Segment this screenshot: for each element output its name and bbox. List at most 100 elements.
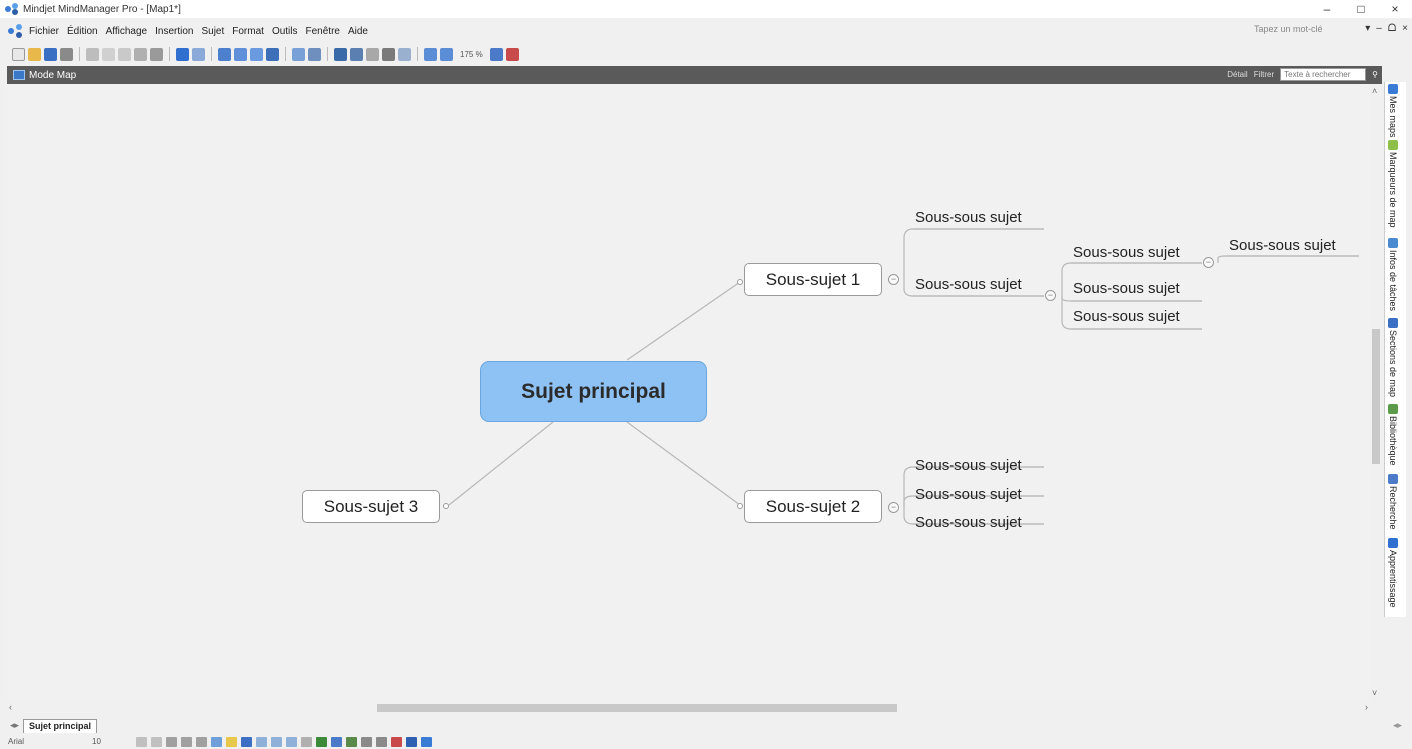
balance-map-icon[interactable] xyxy=(292,47,305,61)
font-color-icon[interactable] xyxy=(241,736,252,747)
document-icon[interactable] xyxy=(8,24,24,38)
scroll-up-arrow[interactable]: ˄ xyxy=(1372,86,1377,96)
collapse-toggle-subsub[interactable]: − xyxy=(1203,257,1214,268)
fit-map-icon[interactable] xyxy=(489,47,503,61)
tab-mes-maps[interactable]: Mes maps xyxy=(1388,84,1398,138)
attachment-icon[interactable] xyxy=(366,47,379,61)
numbering-icon[interactable] xyxy=(301,736,312,747)
zoom-select[interactable]: 175 % xyxy=(456,50,487,59)
map-search-input[interactable]: Texte à rechercher xyxy=(1280,68,1367,81)
italic-icon[interactable] xyxy=(181,736,192,747)
filter-button[interactable]: Filtrer xyxy=(1254,70,1274,79)
subsub-topic[interactable]: Sous-sous sujet xyxy=(1073,280,1180,298)
subsub-topic[interactable]: Sous-sous sujet xyxy=(915,276,1022,294)
doc-restore-button[interactable]: ᗝ xyxy=(1388,23,1396,34)
font-size-select[interactable]: 10 xyxy=(92,737,132,746)
mode-map-label[interactable]: Mode Map xyxy=(29,70,76,81)
tab-infos-taches[interactable]: Infos de tâches xyxy=(1388,238,1398,311)
subtopic-3[interactable]: Sous-sujet 3 xyxy=(302,490,440,523)
bold-icon[interactable] xyxy=(166,736,177,747)
send-icon[interactable] xyxy=(361,736,372,747)
tab-recherche[interactable]: Recherche xyxy=(1388,474,1398,530)
subsub-topic[interactable]: Sous-sous sujet xyxy=(915,457,1022,475)
fill-color-icon[interactable] xyxy=(226,736,237,747)
spelling-icon[interactable] xyxy=(398,47,411,61)
scroll-down-arrow[interactable]: ˅ xyxy=(1372,688,1377,698)
new-map-icon[interactable] xyxy=(12,47,25,61)
menu-sujet[interactable]: Sujet xyxy=(201,26,224,37)
binoculars-icon[interactable]: ⚲ xyxy=(1372,70,1378,79)
tab-nav-arrows[interactable]: ◂▸ xyxy=(10,720,19,731)
subtopic-2[interactable]: Sous-sujet 2 xyxy=(744,490,882,523)
cut-icon[interactable] xyxy=(86,47,99,61)
boundary-icon[interactable] xyxy=(266,47,279,61)
central-topic[interactable]: Sujet principal xyxy=(480,361,707,422)
menu-edition[interactable]: Édition xyxy=(67,26,98,37)
grow-font-icon[interactable] xyxy=(136,736,147,747)
align-icon[interactable] xyxy=(271,736,282,747)
close-button[interactable]: × xyxy=(1378,0,1412,18)
collapse-toggle-subtopic-2[interactable]: − xyxy=(888,502,899,513)
publish-icon[interactable] xyxy=(376,736,387,747)
outlook-icon[interactable] xyxy=(421,736,432,747)
minimize-button[interactable]: – xyxy=(1310,0,1344,18)
collapse-toggle-subsub[interactable]: − xyxy=(1045,290,1056,301)
menu-format[interactable]: Format xyxy=(232,26,264,37)
word-icon[interactable] xyxy=(406,736,417,747)
subsub-topic[interactable]: Sous-sous sujet xyxy=(1073,308,1180,326)
subsub-topic[interactable]: Sous-sous sujet xyxy=(1229,237,1336,255)
vertical-scrollbar[interactable]: ˄ ˅ xyxy=(1370,84,1382,702)
zoom-in-icon[interactable] xyxy=(424,47,437,61)
hyperlink-icon[interactable] xyxy=(382,47,395,61)
print-icon[interactable] xyxy=(60,47,73,61)
shrink-font-icon[interactable] xyxy=(151,736,162,747)
growth-direction-icon[interactable] xyxy=(286,736,297,747)
export-icon[interactable] xyxy=(331,736,342,747)
project-icon[interactable] xyxy=(346,736,357,747)
menu-outils[interactable]: Outils xyxy=(272,26,298,37)
tab-sections[interactable]: Sections de map xyxy=(1388,318,1398,397)
tab-apprentissage[interactable]: Apprentissage xyxy=(1388,538,1398,608)
horizontal-scrollbar[interactable]: ‹ › xyxy=(7,702,1382,714)
vertical-scroll-thumb[interactable] xyxy=(1372,329,1380,464)
map-canvas[interactable]: Sujet principal Sous-sujet 1 − Sous-suje… xyxy=(7,84,1382,702)
subtopic-1[interactable]: Sous-sujet 1 xyxy=(744,263,882,296)
subsub-topic[interactable]: Sous-sous sujet xyxy=(915,486,1022,504)
pdf-icon[interactable] xyxy=(391,736,402,747)
subsub-topic[interactable]: Sous-sous sujet xyxy=(915,209,1022,227)
paste-icon[interactable] xyxy=(118,47,131,61)
format-painter-icon[interactable] xyxy=(134,47,147,61)
menu-affichage[interactable]: Affichage xyxy=(106,26,148,37)
line-color-icon[interactable] xyxy=(211,736,222,747)
focus-topic-icon[interactable] xyxy=(505,47,519,61)
delete-icon[interactable] xyxy=(150,47,163,61)
copy-icon[interactable] xyxy=(102,47,115,61)
image-icon[interactable] xyxy=(350,47,363,61)
tab-bibliotheque[interactable]: Bibliothèque xyxy=(1388,404,1398,466)
strike-icon[interactable] xyxy=(196,736,207,747)
doc-close-button[interactable]: × xyxy=(1402,23,1408,34)
map-tab-active[interactable]: Sujet principal xyxy=(23,718,98,733)
save-icon[interactable] xyxy=(44,47,57,61)
undo-icon[interactable] xyxy=(176,47,189,61)
layout-icon[interactable] xyxy=(308,47,321,61)
excel-icon[interactable] xyxy=(316,736,327,747)
menu-fichier[interactable]: Fichier xyxy=(29,26,59,37)
notes-icon[interactable] xyxy=(334,47,347,61)
redo-icon[interactable] xyxy=(192,47,205,61)
tab-marqueurs[interactable]: Marqueurs de map xyxy=(1388,140,1398,228)
scroll-left-arrow[interactable]: ‹ xyxy=(9,702,12,712)
subsub-topic[interactable]: Sous-sous sujet xyxy=(915,514,1022,532)
topic-shape-icon[interactable] xyxy=(256,736,267,747)
detail-button[interactable]: Détail xyxy=(1227,70,1247,79)
menu-insertion[interactable]: Insertion xyxy=(155,26,193,37)
menu-aide[interactable]: Aide xyxy=(348,26,368,37)
scroll-right-arrow[interactable]: › xyxy=(1365,702,1368,712)
callout-icon[interactable] xyxy=(250,47,263,61)
maximize-button[interactable]: □ xyxy=(1344,0,1378,18)
tab-scroll-arrows[interactable]: ◂▸ xyxy=(1393,720,1402,731)
open-icon[interactable] xyxy=(28,47,41,61)
menu-fenetre[interactable]: Fenêtre xyxy=(306,26,340,37)
insert-topic-icon[interactable] xyxy=(218,47,231,61)
doc-menu-arrow[interactable]: ▾ xyxy=(1365,23,1370,34)
